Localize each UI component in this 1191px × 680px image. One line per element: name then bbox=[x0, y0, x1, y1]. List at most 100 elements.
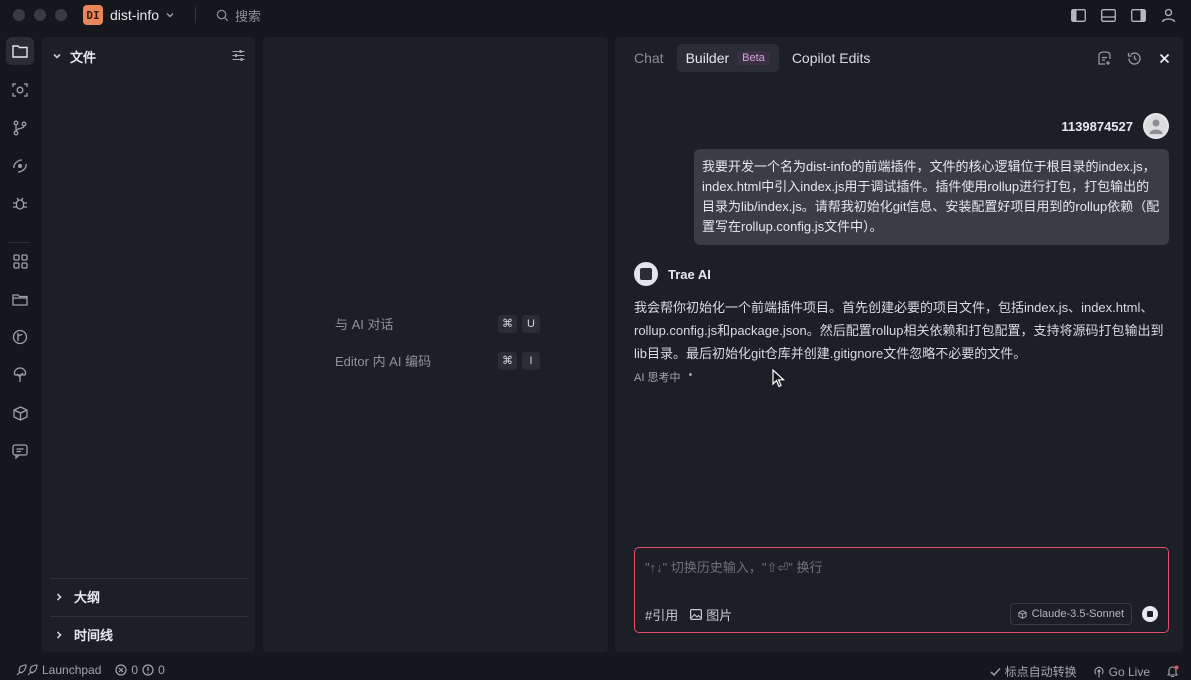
key-u: U bbox=[522, 314, 540, 333]
warning-icon bbox=[142, 664, 154, 676]
avatar[interactable] bbox=[1143, 113, 1169, 139]
status-bar: Launchpad 0 0 标点自动转换 Go Live bbox=[0, 660, 1191, 680]
hint-label: 与 AI 对话 bbox=[335, 317, 394, 332]
tab-copilot-edits[interactable]: Copilot Edits bbox=[783, 44, 880, 72]
divider bbox=[8, 242, 30, 243]
toggle-bottom-panel-icon[interactable] bbox=[1099, 6, 1117, 24]
outline-section[interactable]: 大纲 bbox=[50, 578, 247, 614]
explorer-panel: 文件 大纲 时间线 bbox=[42, 37, 255, 652]
image-icon bbox=[690, 609, 703, 620]
chevron-down-icon bbox=[52, 51, 62, 61]
close-icon[interactable] bbox=[1155, 49, 1173, 67]
git-graph-icon[interactable] bbox=[6, 323, 34, 351]
package-icon[interactable] bbox=[6, 399, 34, 427]
ai-thinking-status: AI 思考中 • bbox=[634, 369, 692, 385]
reference-button[interactable]: #引用 bbox=[645, 605, 678, 624]
explorer-title: 文件 bbox=[70, 49, 97, 65]
chat-comments-icon[interactable] bbox=[6, 437, 34, 465]
error-count: 0 bbox=[131, 663, 139, 677]
image-button[interactable]: 图片 bbox=[690, 605, 732, 624]
model-name: Claude-3.5-Sonnet bbox=[1031, 608, 1124, 620]
debug-icon[interactable] bbox=[6, 190, 34, 218]
minimize-window-button[interactable] bbox=[34, 9, 46, 21]
attachment-options: #引用 图片 bbox=[645, 605, 732, 624]
trae-ai-logo-icon bbox=[634, 262, 658, 286]
remote-icon[interactable] bbox=[6, 152, 34, 180]
shortcut-keys: ⌘ I bbox=[498, 351, 540, 370]
tab-label: Copilot Edits bbox=[791, 50, 871, 66]
window-controls bbox=[13, 9, 67, 21]
tab-label: Chat bbox=[634, 50, 664, 66]
tree-icon[interactable] bbox=[6, 361, 34, 389]
filter-settings-icon[interactable] bbox=[232, 49, 245, 62]
chat-tabs: Chat Builder Beta Copilot Edits bbox=[625, 44, 879, 72]
tab-label: Builder bbox=[685, 50, 730, 66]
source-control-icon[interactable] bbox=[6, 114, 34, 142]
toggle-right-panel-icon[interactable] bbox=[1129, 6, 1147, 24]
thinking-dot: • bbox=[688, 369, 693, 381]
hint-label: Editor 内 AI 编码 bbox=[335, 354, 432, 369]
explorer-icon[interactable] bbox=[6, 37, 34, 65]
close-window-button[interactable] bbox=[13, 9, 25, 21]
status-text: AI 思考中 bbox=[634, 372, 681, 384]
rocket-icon bbox=[16, 664, 38, 676]
broadcast-icon bbox=[1093, 666, 1105, 678]
model-selector[interactable]: Claude-3.5-Sonnet bbox=[1009, 603, 1132, 625]
maximize-window-button[interactable] bbox=[55, 9, 67, 21]
user-message-bubble: 我要开发一个名为dist-info的前端插件，文件的核心逻辑位于根目录的inde… bbox=[694, 149, 1169, 245]
history-icon[interactable] bbox=[1125, 49, 1143, 67]
notifications-bell-icon[interactable] bbox=[1166, 665, 1179, 678]
chat-input-placeholder: "↑↓" 切换历史输入，"⇧⏎" 换行 bbox=[645, 560, 823, 575]
extensions-icon[interactable] bbox=[6, 247, 34, 275]
go-live-item[interactable]: Go Live bbox=[1093, 665, 1150, 679]
activity-bar bbox=[0, 30, 38, 660]
problems-indicator[interactable]: 0 0 bbox=[115, 663, 165, 677]
account-icon[interactable] bbox=[1159, 6, 1177, 24]
chevron-right-icon bbox=[54, 592, 64, 602]
timeline-section[interactable]: 时间线 bbox=[50, 616, 247, 652]
chat-input-box[interactable]: "↑↓" 切换历史输入，"⇧⏎" 换行 #引用 图片 Claude-3.5-So… bbox=[634, 547, 1169, 633]
mouse-cursor-icon bbox=[772, 369, 786, 389]
cube-icon bbox=[1018, 609, 1027, 619]
editor-area: 与 AI 对话 ⌘ U Editor 内 AI 编码 ⌘ I bbox=[263, 37, 608, 652]
ai-name: Trae AI bbox=[668, 266, 711, 282]
chevron-down-icon[interactable] bbox=[165, 10, 175, 20]
new-chat-icon[interactable] bbox=[1095, 49, 1113, 67]
punct-convert-item[interactable]: 标点自动转换 bbox=[990, 663, 1077, 680]
warning-count: 0 bbox=[158, 663, 165, 677]
key-cmd: ⌘ bbox=[498, 314, 517, 333]
hint-inline-ai: Editor 内 AI 编码 ⌘ I bbox=[335, 351, 540, 370]
timeline-label: 时间线 bbox=[74, 628, 114, 643]
project-badge[interactable]: DI bbox=[83, 5, 103, 25]
title-bar: DI dist-info 搜索 bbox=[0, 0, 1191, 30]
ai-message-text: 我会帮你初始化一个前端插件项目。首先创建必要的项目文件，包括index.js、i… bbox=[634, 300, 1164, 361]
launchpad-item[interactable]: Launchpad bbox=[16, 663, 101, 677]
tab-chat[interactable]: Chat bbox=[625, 44, 673, 72]
chat-toolbar bbox=[1095, 49, 1173, 67]
ai-message-header: Trae AI bbox=[634, 262, 711, 286]
layout-controls bbox=[1069, 6, 1177, 24]
status-bar-right: 标点自动转换 Go Live bbox=[990, 663, 1179, 680]
project-name[interactable]: dist-info bbox=[110, 7, 159, 23]
punct-convert-label: 标点自动转换 bbox=[1004, 665, 1077, 679]
error-icon bbox=[115, 664, 127, 676]
key-cmd: ⌘ bbox=[498, 351, 517, 370]
reference-label: #引用 bbox=[645, 608, 679, 623]
chevron-right-icon bbox=[54, 630, 64, 640]
check-icon bbox=[990, 667, 1001, 677]
key-i: I bbox=[522, 351, 540, 370]
beta-badge: Beta bbox=[737, 51, 770, 65]
search-scan-icon[interactable] bbox=[6, 76, 34, 104]
outline-label: 大纲 bbox=[74, 590, 101, 605]
user-message-header: 1139874527 bbox=[1061, 113, 1169, 139]
go-live-label: Go Live bbox=[1108, 664, 1150, 679]
stop-generation-button[interactable] bbox=[1142, 606, 1158, 622]
search-placeholder: 搜索 bbox=[235, 8, 262, 24]
tab-builder[interactable]: Builder Beta bbox=[676, 44, 779, 72]
status-bar-left: Launchpad 0 0 bbox=[16, 663, 165, 677]
folders-icon[interactable] bbox=[6, 285, 34, 313]
image-label: 图片 bbox=[706, 608, 733, 623]
explorer-header[interactable]: 文件 bbox=[52, 47, 245, 65]
search-bar[interactable]: 搜索 bbox=[216, 6, 261, 25]
toggle-left-panel-icon[interactable] bbox=[1069, 6, 1087, 24]
